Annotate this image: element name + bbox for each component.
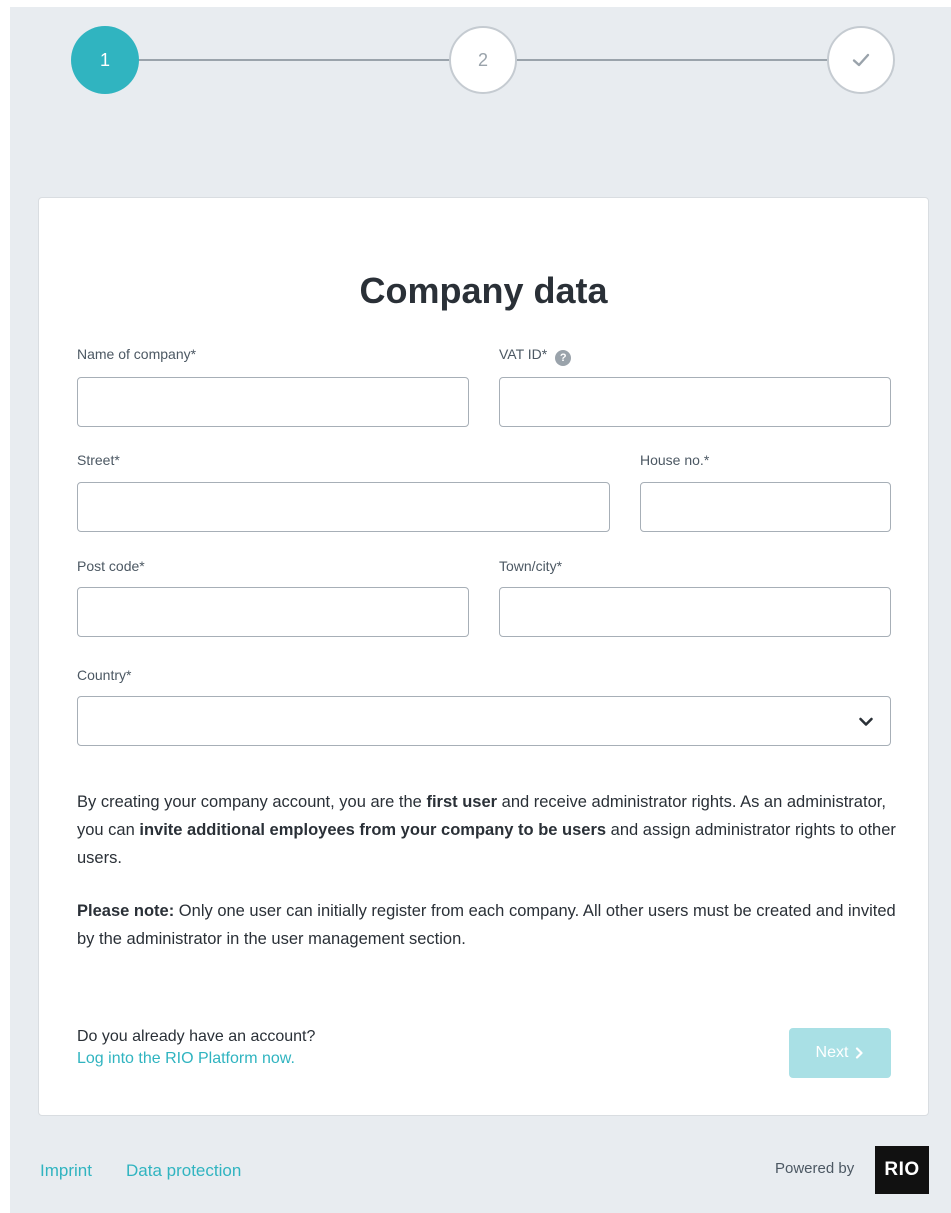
company-name-input[interactable] bbox=[77, 377, 469, 427]
country-label: Country* bbox=[77, 667, 132, 683]
step-1-label: 1 bbox=[99, 49, 110, 70]
note-emphasis: Please note: bbox=[77, 902, 175, 920]
account-question: Do you already have an account? bbox=[77, 1028, 316, 1045]
house-no-label: House no.* bbox=[640, 452, 710, 468]
vat-id-label: VAT ID* bbox=[499, 346, 548, 362]
rio-logo: RIO bbox=[875, 1146, 929, 1194]
step-2: 2 bbox=[449, 26, 517, 94]
street-input[interactable] bbox=[77, 482, 610, 532]
top-edge bbox=[0, 0, 951, 7]
please-note-info: Please note: Only one user can initially… bbox=[77, 897, 897, 953]
chevron-down-icon bbox=[859, 717, 873, 726]
login-link[interactable]: Log into the RIO Platform now. bbox=[77, 1050, 295, 1068]
imprint-link[interactable]: Imprint bbox=[40, 1161, 92, 1181]
progress-stepper: 1 2 bbox=[71, 26, 895, 94]
step-connector bbox=[521, 59, 831, 61]
street-label: Street* bbox=[77, 452, 120, 468]
vat-id-input[interactable] bbox=[499, 377, 891, 427]
data-protection-link[interactable]: Data protection bbox=[126, 1161, 241, 1181]
house-no-input[interactable] bbox=[640, 482, 891, 532]
town-city-label: Town/city* bbox=[499, 558, 563, 574]
post-code-label: Post code* bbox=[77, 558, 145, 574]
vat-id-label-wrap: VAT ID*? bbox=[499, 346, 572, 366]
step-complete bbox=[827, 26, 895, 94]
next-button-label: Next bbox=[815, 1044, 849, 1061]
company-data-card: Company data Name of company* VAT ID*? S… bbox=[38, 197, 929, 1116]
step-1: 1 bbox=[71, 26, 139, 94]
admin-rights-info: By creating your company account, you ar… bbox=[77, 788, 897, 872]
country-select[interactable] bbox=[77, 696, 891, 746]
company-name-label: Name of company* bbox=[77, 346, 197, 362]
left-edge bbox=[0, 0, 10, 1213]
step-2-label: 2 bbox=[477, 49, 488, 70]
check-icon bbox=[852, 53, 870, 67]
powered-by-text: Powered by bbox=[775, 1160, 855, 1177]
info-emphasis: invite additional employees from your co… bbox=[139, 821, 607, 839]
town-city-input[interactable] bbox=[499, 587, 891, 637]
post-code-input[interactable] bbox=[77, 587, 469, 637]
info-emphasis: first user bbox=[426, 793, 498, 811]
help-icon[interactable]: ? bbox=[555, 350, 572, 366]
chevron-right-icon bbox=[856, 1047, 864, 1059]
page-title: Company data bbox=[359, 270, 608, 311]
next-button[interactable]: Next bbox=[789, 1028, 891, 1078]
info-text: By creating your company account, you ar… bbox=[77, 793, 427, 811]
note-text: Only one user can initially register fro… bbox=[77, 902, 896, 948]
